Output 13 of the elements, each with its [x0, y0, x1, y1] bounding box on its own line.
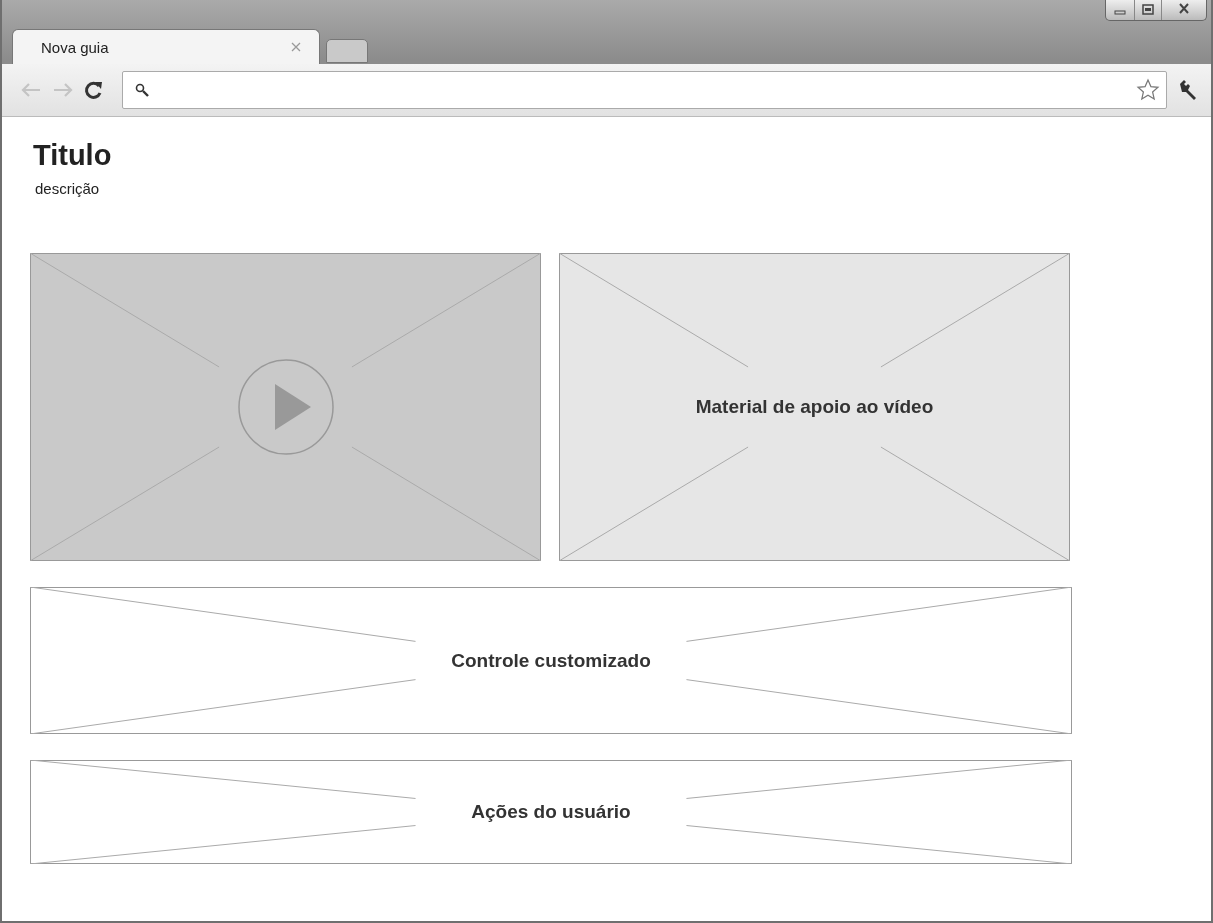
star-icon[interactable] — [1136, 78, 1160, 102]
search-icon — [135, 83, 149, 97]
wrench-icon[interactable] — [1177, 79, 1199, 101]
panel-label: Controle customizado — [451, 649, 651, 672]
reload-icon[interactable] — [84, 80, 104, 100]
address-field[interactable] — [122, 71, 1167, 109]
page-description: descrição — [35, 180, 101, 197]
play-icon[interactable] — [236, 358, 335, 456]
panel-label: Material de apoio ao vídeo — [695, 396, 934, 418]
new-tab-button[interactable] — [326, 39, 368, 63]
panel-label: Ações do usuário — [471, 801, 631, 823]
page-title: Titulo — [33, 139, 113, 172]
browser-tab[interactable]: Nova guia — [12, 29, 320, 64]
